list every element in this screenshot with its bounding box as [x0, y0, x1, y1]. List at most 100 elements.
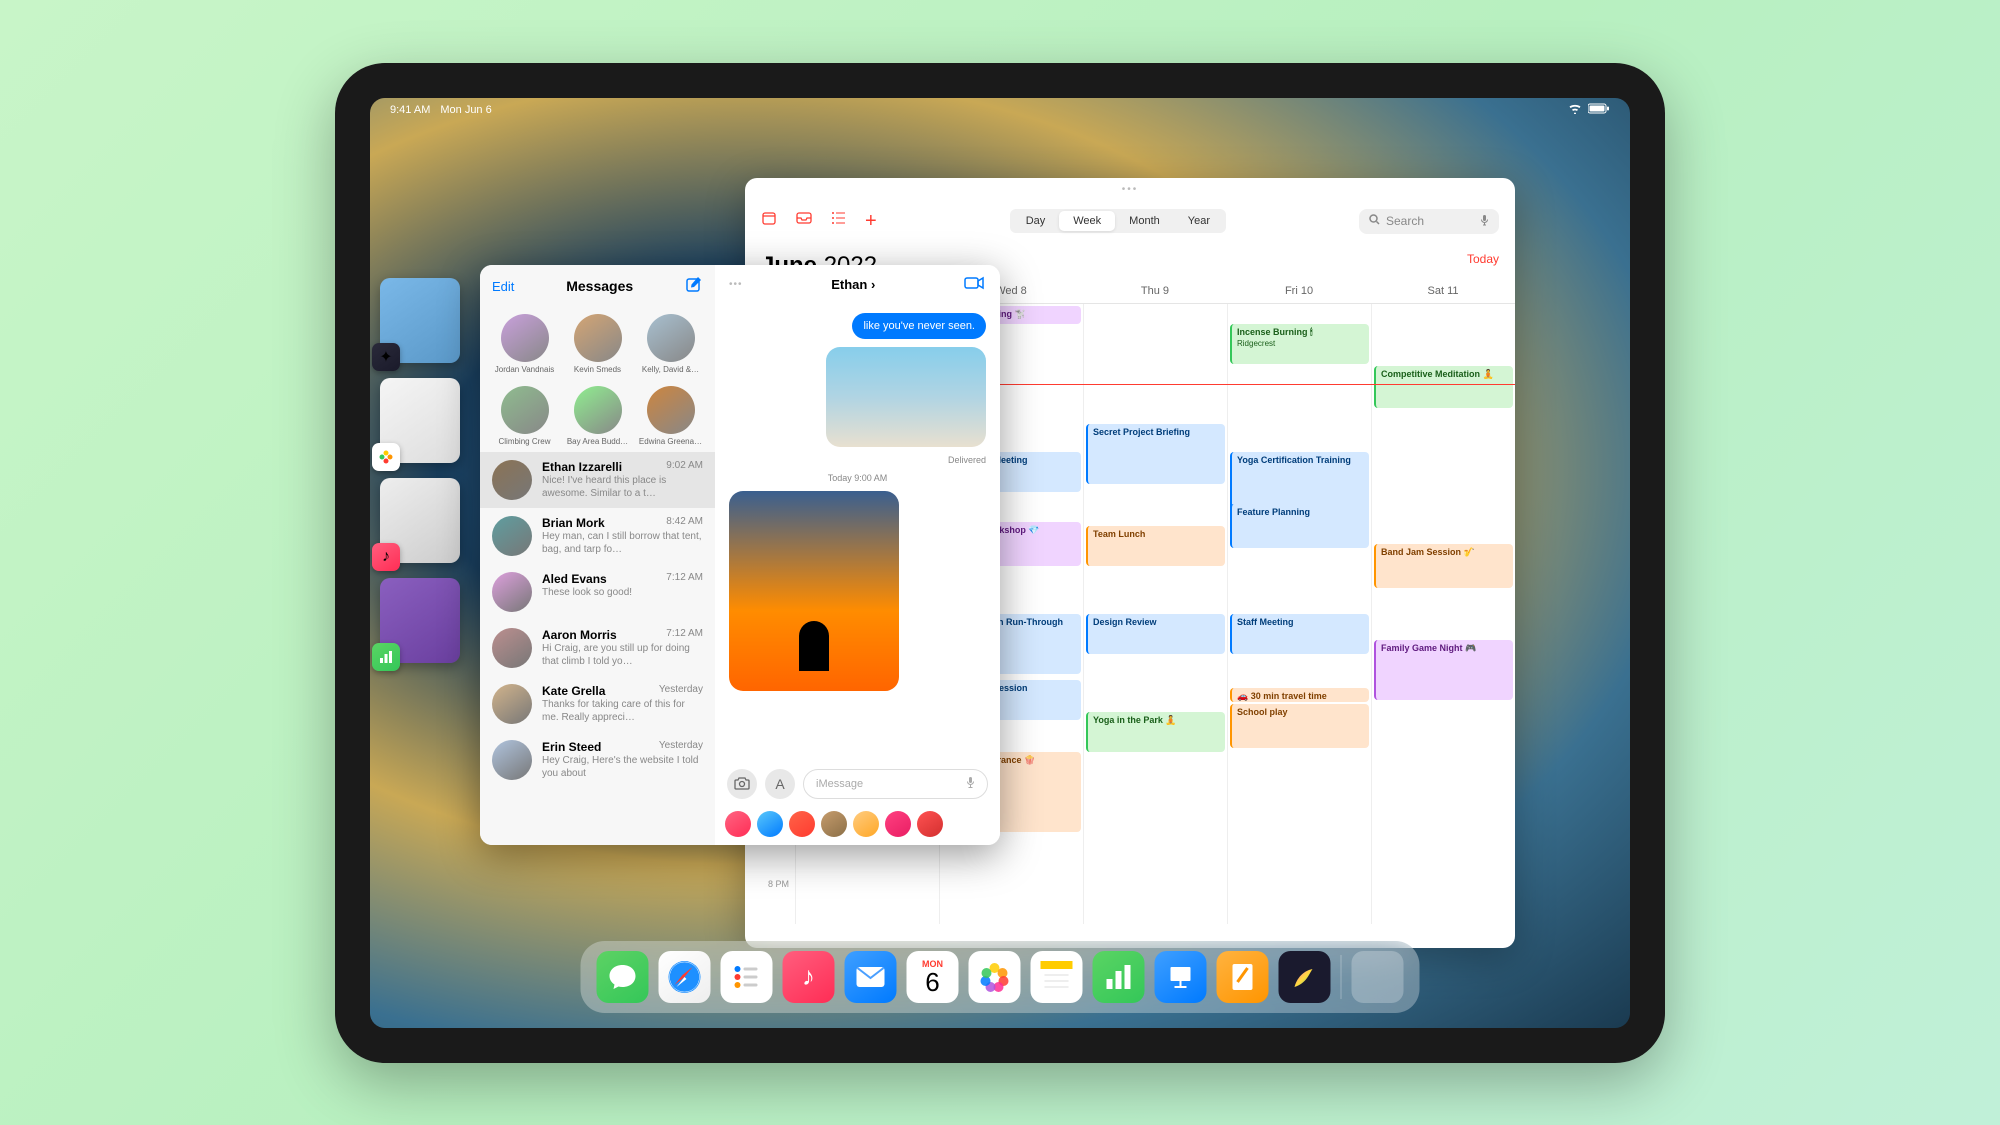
stage-thumb-freeform[interactable]: ✦	[380, 278, 460, 363]
dock-safari-icon[interactable]	[659, 951, 711, 1003]
dock-separator	[1341, 955, 1342, 999]
dock: ♪ MON 6	[581, 941, 1420, 1013]
sent-image-landscape[interactable]	[826, 347, 986, 447]
received-image-sunset[interactable]	[729, 491, 899, 691]
appstore-button[interactable]: A	[765, 769, 795, 799]
calendar-event[interactable]: School play	[1230, 704, 1369, 748]
appstore-app-icon[interactable]	[757, 811, 783, 837]
numbers-icon	[372, 643, 400, 671]
day-header[interactable]: Thu 9	[1083, 285, 1227, 297]
view-week[interactable]: Week	[1059, 211, 1115, 231]
dock-procreate-icon[interactable]	[1279, 951, 1331, 1003]
view-year[interactable]: Year	[1174, 211, 1224, 231]
dock-calendar-icon[interactable]: MON 6	[907, 951, 959, 1003]
sticker-app-icon[interactable]	[821, 811, 847, 837]
conversation-item[interactable]: Aaron Morris7:12 AMHi Craig, are you sti…	[480, 620, 715, 676]
stage-manager-sidebar: ✦ ♪	[380, 278, 480, 663]
ipad-frame: 9:41 AM Mon Jun 6 ✦	[335, 63, 1665, 1063]
dock-messages-icon[interactable]	[597, 951, 649, 1003]
day-column[interactable]: Incense Burning 🕯RidgecrestYoga Certific…	[1227, 304, 1371, 924]
day-header[interactable]: Fri 10	[1227, 285, 1371, 297]
status-bar: 9:41 AM Mon Jun 6	[370, 98, 1630, 122]
audio-app-icon[interactable]	[789, 811, 815, 837]
view-month[interactable]: Month	[1115, 211, 1174, 231]
dock-music-icon[interactable]: ♪	[783, 951, 835, 1003]
dock-pages-icon[interactable]	[1217, 951, 1269, 1003]
calendar-event[interactable]: Design Review	[1086, 614, 1225, 654]
message-input-row: A iMessage	[715, 761, 1000, 807]
imessage-app-strip[interactable]	[715, 807, 1000, 845]
conversation-item[interactable]: Ethan Izzarelli9:02 AMNice! I've heard t…	[480, 452, 715, 508]
calendar-event[interactable]: Staff Meeting	[1230, 614, 1369, 654]
timestamp: Today 9:00 AM	[828, 473, 888, 483]
day-header[interactable]: Sat 11	[1371, 285, 1515, 297]
pinned-contact[interactable]: Edwina Greena…	[638, 386, 703, 446]
stage-thumb-photos[interactable]	[380, 378, 460, 463]
compose-icon[interactable]	[685, 275, 703, 298]
dock-photos-icon[interactable]	[969, 951, 1021, 1003]
photos-icon	[372, 443, 400, 471]
calendar-event[interactable]: Incense Burning 🕯Ridgecrest	[1230, 324, 1369, 364]
dock-keynote-icon[interactable]	[1155, 951, 1207, 1003]
dock-reminders-icon[interactable]	[721, 951, 773, 1003]
calendar-icon[interactable]	[761, 210, 777, 233]
calendar-event[interactable]: Secret Project Briefing	[1086, 424, 1225, 484]
sticker-app-icon[interactable]	[885, 811, 911, 837]
memoji-app-icon[interactable]	[725, 811, 751, 837]
messages-window[interactable]: Edit Messages Jordan VandnaisKevin Smeds…	[480, 265, 1000, 845]
search-input[interactable]: Search	[1359, 209, 1499, 234]
calendar-event[interactable]: Feature Planning	[1230, 504, 1369, 548]
edit-button[interactable]: Edit	[492, 279, 514, 294]
pinned-contact[interactable]: Jordan Vandnais	[492, 314, 557, 374]
facetime-icon[interactable]	[964, 275, 986, 295]
window-handle[interactable]: •••	[729, 279, 743, 290]
conversation-item[interactable]: Kate GrellaYesterdayThanks for taking ca…	[480, 676, 715, 732]
list-icon[interactable]	[831, 210, 847, 233]
sticker-app-icon[interactable]	[917, 811, 943, 837]
search-icon	[1369, 214, 1380, 228]
inbox-icon[interactable]	[795, 210, 813, 233]
message-input[interactable]: iMessage	[803, 769, 988, 799]
today-button[interactable]: Today	[1467, 252, 1499, 280]
conversation-list: Ethan Izzarelli9:02 AMNice! I've heard t…	[480, 452, 715, 845]
day-column[interactable]: Secret Project Briefing Team Lunch Design …	[1083, 304, 1227, 924]
dock-app-library-icon[interactable]	[1352, 951, 1404, 1003]
dock-mail-icon[interactable]	[845, 951, 897, 1003]
stage-thumb-music[interactable]: ♪	[380, 478, 460, 563]
ipad-screen: 9:41 AM Mon Jun 6 ✦	[370, 98, 1630, 1028]
pinned-contact[interactable]: Kevin Smeds	[565, 314, 630, 374]
calendar-event[interactable]: Family Game Night 🎮	[1374, 640, 1513, 700]
conversation-item[interactable]: Brian Mork8:42 AMHey man, can I still bo…	[480, 508, 715, 564]
conversation-item[interactable]: Erin SteedYesterdayHey Craig, Here's the…	[480, 732, 715, 788]
pinned-contacts: Jordan VandnaisKevin SmedsKelly, David &…	[480, 308, 715, 452]
pinned-contact[interactable]: Bay Area Budd…	[565, 386, 630, 446]
outgoing-bubble: like you've never seen.	[852, 313, 986, 339]
status-date: Mon Jun 6	[440, 104, 491, 116]
messages-sidebar: Edit Messages Jordan VandnaisKevin Smeds…	[480, 265, 715, 845]
add-event-icon[interactable]: +	[865, 210, 877, 233]
calendar-event[interactable]: 🚗 30 min travel time	[1230, 688, 1369, 702]
dock-numbers-icon[interactable]	[1093, 951, 1145, 1003]
calendar-event[interactable]: Competitive Meditation 🧘	[1374, 366, 1513, 408]
calendar-event[interactable]: Team Lunch	[1086, 526, 1225, 566]
window-handle[interactable]: •••	[745, 178, 1515, 201]
calendar-event[interactable]: Band Jam Session 🎷	[1374, 544, 1513, 588]
dock-notes-icon[interactable]	[1031, 951, 1083, 1003]
day-column[interactable]: Competitive Meditation 🧘 Band Jam Session…	[1371, 304, 1515, 924]
dictation-icon[interactable]	[966, 776, 975, 792]
pinned-contact[interactable]: Kelly, David &…	[638, 314, 703, 374]
freeform-icon: ✦	[372, 343, 400, 371]
mic-icon[interactable]	[1480, 214, 1489, 229]
battery-icon	[1588, 103, 1610, 117]
message-thread[interactable]: like you've never seen. Delivered Today …	[715, 305, 1000, 761]
conversation-item[interactable]: Aled Evans7:12 AMThese look so good!	[480, 564, 715, 620]
delivered-label: Delivered	[948, 455, 986, 465]
stage-thumb-numbers[interactable]	[380, 578, 460, 663]
music-icon: ♪	[372, 543, 400, 571]
calendar-event[interactable]: Yoga in the Park 🧘	[1086, 712, 1225, 752]
sticker-app-icon[interactable]	[853, 811, 879, 837]
contact-name[interactable]: Ethan ›	[831, 277, 875, 292]
camera-button[interactable]	[727, 769, 757, 799]
pinned-contact[interactable]: Climbing Crew	[492, 386, 557, 446]
view-day[interactable]: Day	[1012, 211, 1060, 231]
